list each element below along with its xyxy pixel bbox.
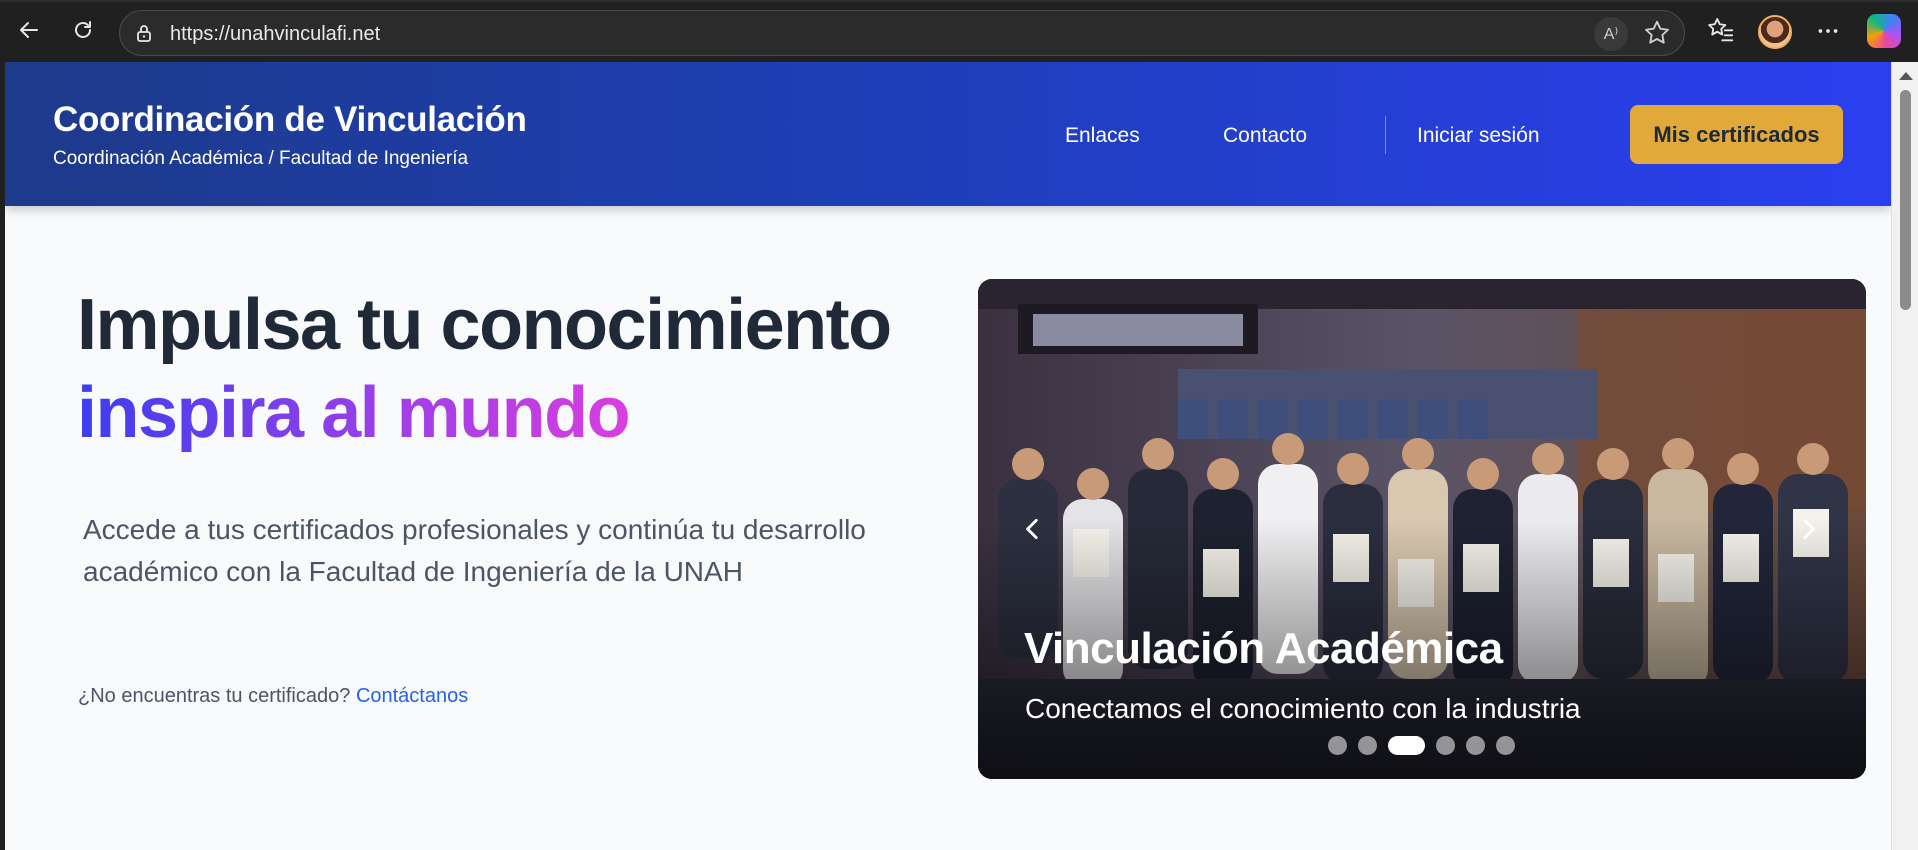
slide-title: Vinculación Académica bbox=[1024, 624, 1503, 673]
nav-link-enlaces[interactable]: Enlaces bbox=[1065, 124, 1140, 148]
more-icon[interactable] bbox=[1815, 18, 1841, 44]
site-title[interactable]: Coordinación de Vinculación bbox=[53, 100, 527, 140]
scrollbar-thumb[interactable] bbox=[1900, 90, 1911, 310]
nav-link-login[interactable]: Iniciar sesión bbox=[1417, 124, 1540, 148]
site-subtitle: Coordinación Académica / Facultad de Ing… bbox=[53, 148, 469, 169]
nav-divider bbox=[1385, 116, 1386, 154]
hero-description: Accede a tus certificados profesionales … bbox=[83, 514, 866, 587]
hero-heading-line2: inspira al mundo bbox=[77, 373, 631, 453]
help-text: ¿No encuentras tu certificado? Contáctan… bbox=[78, 685, 468, 708]
my-certificates-button[interactable]: Mis certificados bbox=[1630, 105, 1843, 164]
chevron-left-icon[interactable] bbox=[1016, 512, 1050, 546]
help-question: ¿No encuentras tu certificado? bbox=[78, 685, 351, 707]
nav-link-contacto[interactable]: Contacto bbox=[1223, 124, 1307, 148]
page-viewport: Coordinación de Vinculación Coordinación… bbox=[5, 62, 1891, 850]
favorites-list-icon[interactable] bbox=[1706, 14, 1736, 44]
tab-strip-edge bbox=[0, 0, 1918, 2]
carousel-dot-4[interactable] bbox=[1436, 736, 1455, 755]
site-header: Coordinación de Vinculación Coordinación… bbox=[5, 62, 1891, 206]
carousel-indicators bbox=[1328, 736, 1515, 755]
hero-carousel[interactable]: Vinculación Académica Conectamos el cono… bbox=[978, 279, 1866, 779]
carousel-dot-2[interactable] bbox=[1358, 736, 1377, 755]
carousel-dot-3[interactable] bbox=[1388, 736, 1425, 755]
profile-avatar[interactable] bbox=[1758, 15, 1792, 49]
carousel-dot-6[interactable] bbox=[1496, 736, 1515, 755]
address-bar[interactable]: https://unahvinculafi.net A⁾ bbox=[119, 10, 1685, 56]
url-text[interactable]: https://unahvinculafi.net bbox=[170, 23, 380, 46]
carousel-dot-1[interactable] bbox=[1328, 736, 1347, 755]
lock-icon[interactable] bbox=[134, 23, 154, 48]
carousel-dot-5[interactable] bbox=[1466, 736, 1485, 755]
back-icon[interactable] bbox=[12, 13, 46, 47]
chevron-right-icon[interactable] bbox=[1791, 512, 1825, 546]
scroll-up-icon[interactable] bbox=[1899, 72, 1913, 80]
refresh-icon[interactable] bbox=[66, 13, 100, 47]
vertical-scrollbar[interactable] bbox=[1891, 62, 1918, 850]
browser-chrome: https://unahvinculafi.net A⁾ bbox=[0, 0, 1918, 62]
hero-heading-line1: Impulsa tu conocimiento bbox=[77, 285, 892, 365]
slide-subtitle: Conectamos el conocimiento con la indust… bbox=[1025, 693, 1581, 724]
read-aloud-icon[interactable]: A⁾ bbox=[1594, 17, 1628, 51]
contact-link[interactable]: Contáctanos bbox=[356, 685, 468, 707]
favorite-star-icon[interactable] bbox=[1642, 18, 1672, 53]
copilot-icon[interactable] bbox=[1867, 14, 1901, 48]
